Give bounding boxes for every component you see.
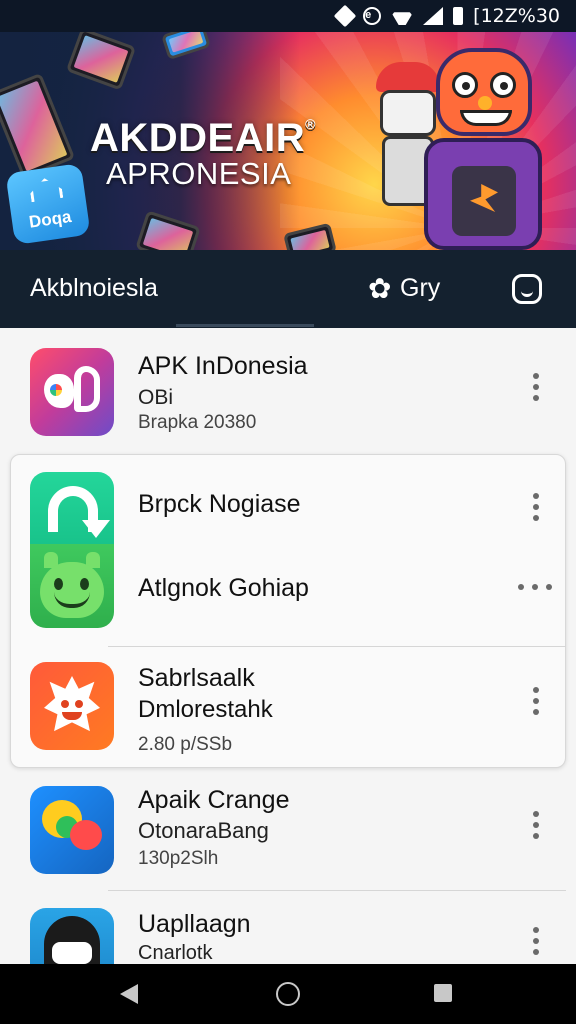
wifi-icon bbox=[391, 7, 413, 25]
app-developer: OtonaraBang bbox=[138, 818, 269, 843]
banner-phone-2 bbox=[0, 72, 76, 180]
more-options-icon[interactable] bbox=[524, 808, 548, 842]
sync-icon: e bbox=[363, 7, 382, 25]
home-icon[interactable] bbox=[276, 982, 300, 1006]
registered-mark: ® bbox=[305, 116, 316, 132]
app-name: Brpck Nogiase bbox=[138, 490, 301, 518]
apk-indonesia-app-icon[interactable] bbox=[30, 348, 114, 436]
more-options-icon[interactable] bbox=[518, 582, 552, 592]
star-app-icon[interactable] bbox=[30, 662, 114, 750]
system-nav-bar bbox=[0, 964, 576, 1024]
back-icon[interactable] bbox=[120, 984, 138, 1004]
app-name: APK InDonesia bbox=[138, 352, 308, 380]
divider bbox=[108, 890, 566, 891]
banner-app-logo: Doqa bbox=[5, 163, 91, 245]
house-icon bbox=[29, 176, 64, 202]
app-name: Sabrlsaalk bbox=[138, 664, 255, 692]
app-bar-title[interactable]: Akblnoiesla bbox=[30, 274, 158, 303]
battery-icon bbox=[453, 7, 464, 25]
status-time: [12Z%30 bbox=[473, 5, 560, 27]
list-item[interactable]: Brpck Nogiase bbox=[0, 466, 576, 548]
android-app-icon[interactable] bbox=[30, 544, 114, 628]
hero-banner[interactable]: Doqa AKDDEAIR® APRONESIA bbox=[0, 32, 576, 250]
banner-title: AKDDEAIR® bbox=[90, 116, 316, 161]
chat-icon[interactable] bbox=[512, 274, 542, 304]
banner-subtitle: APRONESIA bbox=[106, 156, 292, 191]
app-name: Atlgnok Gohiap bbox=[138, 574, 309, 602]
chat-bubbles-app-icon[interactable] bbox=[30, 786, 114, 874]
list-item[interactable]: Apaik Crange OtonaraBang 130p2Slh bbox=[0, 778, 576, 888]
list-item[interactable]: Uapllaagn Cnarlotk bbox=[0, 892, 576, 996]
banner-logo-text: Doqa bbox=[27, 206, 73, 232]
more-options-icon[interactable] bbox=[524, 684, 548, 718]
app-meta: Brapka 20380 bbox=[138, 412, 257, 433]
banner-title-text: AKDDEAIR bbox=[90, 116, 306, 160]
app-bar: Akblnoiesla Gry bbox=[0, 250, 576, 328]
banner-phone-5 bbox=[161, 32, 211, 61]
flower-icon bbox=[368, 272, 394, 305]
divider bbox=[108, 646, 566, 647]
signal-icon bbox=[423, 7, 444, 25]
list-item[interactable]: Sabrlsaalk Dmlorestahk 2.80 p/SSb bbox=[0, 648, 576, 768]
notification-icon bbox=[333, 4, 357, 28]
more-options-icon[interactable] bbox=[524, 490, 548, 524]
app-developer: Cnarlotk bbox=[138, 942, 213, 964]
app-meta: 130p2Slh bbox=[138, 848, 219, 869]
recent-apps-icon[interactable] bbox=[434, 984, 452, 1002]
list-item[interactable]: Atlgnok Gohiap bbox=[0, 544, 576, 648]
app-list: APK InDonesia OBi Brapka 20380 Brpck Nog… bbox=[0, 328, 576, 996]
status-bar: e [12Z%30 bbox=[0, 0, 576, 32]
app-meta: 2.80 p/SSb bbox=[138, 734, 233, 755]
category-label: Gry bbox=[400, 274, 441, 302]
tab-indicator bbox=[176, 324, 314, 327]
category-button[interactable]: Gry bbox=[368, 272, 441, 305]
list-item[interactable]: APK InDonesia OBi Brapka 20380 bbox=[0, 328, 576, 452]
app-subtitle: Dmlorestahk bbox=[138, 696, 273, 723]
app-name: Apaik Crange bbox=[138, 786, 290, 814]
app-name: Uapllaagn bbox=[138, 910, 251, 938]
banner-phone-3 bbox=[135, 210, 201, 250]
more-options-icon[interactable] bbox=[524, 924, 548, 958]
arrow-app-icon[interactable] bbox=[30, 472, 114, 548]
app-developer: OBi bbox=[138, 386, 174, 409]
banner-robot-mascot bbox=[420, 38, 550, 250]
banner-phone-1 bbox=[65, 32, 137, 91]
more-options-icon[interactable] bbox=[524, 370, 548, 404]
